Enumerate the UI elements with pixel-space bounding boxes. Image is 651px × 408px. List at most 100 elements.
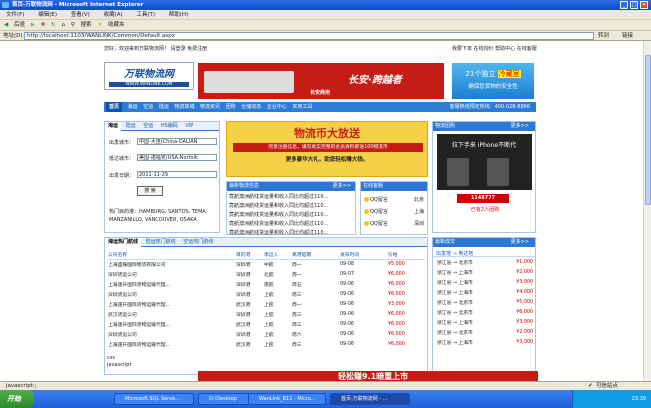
deal-price: ¥5,000	[516, 299, 533, 305]
address-input[interactable]: http://localhost:1103/WANLINK/Common/Def…	[24, 32, 594, 40]
nav-air[interactable]: 空运	[143, 102, 153, 112]
deal-route: 浙江省 → 上海市	[437, 290, 473, 296]
bottom-banner[interactable]: 轻松赚9.1暗重上市	[198, 371, 538, 381]
main-banner[interactable]: 长安·跨越者 长安商用	[198, 63, 444, 99]
nav-tools[interactable]: 实用工具	[292, 102, 312, 112]
nav-news[interactable]: 物流资讯	[200, 102, 220, 112]
stop-icon[interactable]: ✖	[41, 20, 46, 31]
back-button[interactable]: 后退	[14, 20, 25, 31]
deal-route: 浙江省 → 北京市	[437, 260, 473, 266]
deal-row[interactable]: 浙江省 → 上海市 ¥3,000	[436, 337, 534, 347]
nav-storage[interactable]: 仓储动态	[241, 102, 261, 112]
cell-company[interactable]: 上海速升国际货物运输代理...	[107, 339, 235, 349]
cell-carrier: 上航	[264, 322, 274, 328]
taskbar-item-ie[interactable]: 首页-万联物流网 - ...	[330, 393, 410, 405]
deal-row[interactable]: 浙江省 → 上海市 ¥4,000	[436, 287, 534, 297]
minimize-button[interactable]: _	[620, 1, 628, 9]
cell-company[interactable]: 深圳货运公司	[107, 289, 235, 299]
deal-price: ¥4,000	[516, 289, 533, 295]
promo-banner[interactable]: 物流币大放送 完善注册信息，填写真实完整的会员资料即送100物流币 更多豪华大礼…	[226, 121, 428, 177]
tab-land-routes[interactable]: 陆运热门航线	[143, 238, 179, 247]
forward-icon[interactable]: ▶	[31, 20, 35, 31]
cell-company[interactable]: 上海速升国际货物运输代理...	[107, 279, 235, 289]
deal-row[interactable]: 浙江省 → 上海市 ¥2,000	[436, 267, 534, 277]
deal-row[interactable]: 浙江省 → 北京市 ¥5,000	[436, 297, 534, 307]
back-icon[interactable]: ◀	[4, 20, 8, 31]
close-button[interactable]: ×	[640, 1, 648, 9]
info-more-link[interactable]: 更多>>	[333, 182, 351, 191]
tab-land[interactable]: 陆运	[123, 122, 139, 131]
refresh-icon[interactable]: ↻	[51, 20, 56, 31]
links-button[interactable]: 链接	[622, 31, 633, 41]
info-item[interactable]: 竟航澳洲航线货运量和收入同比均超过110...	[229, 193, 353, 202]
deal-row[interactable]: 浙江省 → 上海市 ¥3,000	[436, 317, 534, 327]
info-item[interactable]: 竟航澳洲航线货运量和收入同比均超过110...	[229, 220, 353, 229]
scrollbar-thumb[interactable]	[645, 55, 651, 205]
info-item[interactable]: 竟航澳洲航线货运量和收入同比均超过110...	[229, 211, 353, 220]
cell-schedule: 周六	[292, 332, 302, 338]
nav-mall[interactable]: 物流商城	[174, 102, 194, 112]
iphone-ad[interactable]: 拉下手来 iPhone不断代	[437, 134, 532, 190]
side-banner[interactable]: 21个独立 冷藏室 确保您货物的安全性	[452, 63, 534, 99]
tab-air[interactable]: 空运	[140, 122, 156, 131]
from-city-input[interactable]: 中国-大连(China-DALIAN	[137, 138, 217, 145]
table-row[interactable]: 上海盛振国际物流有限公司 深圳港 中航 周一 09-08 ¥5,000	[107, 259, 425, 269]
tab-hs[interactable]: HS编码	[158, 122, 181, 131]
info-item[interactable]: 竟航澳洲航线货运量和收入同比均超过110...	[229, 202, 353, 211]
promo-title: 物流币大放送	[294, 127, 360, 140]
top-links[interactable]: 我要下单 在线询价 帮助中心 在线客服	[452, 45, 537, 52]
maximize-button[interactable]: □	[630, 1, 638, 9]
deal-row[interactable]: 浙江省 → 北京市 ¥1,000	[436, 257, 534, 267]
nav-company[interactable]: 企业中心	[267, 102, 287, 112]
date-input[interactable]: 2011-11-29	[137, 171, 217, 178]
taskbar-item-vs[interactable]: WanLink_B11 - Micro...	[248, 393, 326, 405]
start-button[interactable]: 开始	[0, 390, 34, 408]
menu-edit[interactable]: 编辑(E)	[38, 10, 57, 20]
cell-company[interactable]: 上海速升国际货物运输代理...	[107, 319, 235, 329]
menu-tools[interactable]: 工具(T)	[136, 10, 155, 20]
promo-line2: 更多豪华大礼，助您轻松赚大钱。	[285, 157, 369, 163]
table-row[interactable]: 上海速升国际货物运输代理... 深圳港 南航 周五 09-06 ¥6,000	[107, 279, 425, 289]
nav-land[interactable]: 陆运	[159, 102, 169, 112]
table-row[interactable]: 深圳货运公司 深圳港 上航 周三 09-06 ¥6,000	[107, 289, 425, 299]
table-row[interactable]: 上海速升国际货物运输代理... 武汉港 上航 周三 09-06 ¥6,000	[107, 339, 425, 349]
tab-sea[interactable]: 海运	[105, 122, 122, 131]
table-row[interactable]: 深圳货运公司 深圳港 北航 周一 09-07 ¥6,000	[107, 269, 425, 279]
cell-company[interactable]: 深圳货运公司	[107, 329, 235, 339]
favorites-button[interactable]: 收藏夹	[108, 20, 125, 31]
menu-favorites[interactable]: 收藏(A)	[104, 10, 123, 20]
cell-company[interactable]: 深圳货运公司	[107, 269, 235, 279]
search-button[interactable]: 搜索	[80, 20, 91, 31]
favorites-icon[interactable]: ★	[97, 20, 102, 31]
go-button[interactable]: 转到	[598, 31, 609, 41]
tuangou-more-link[interactable]: 更多>>	[511, 122, 529, 131]
nav-home[interactable]: 首页	[106, 102, 123, 112]
deal-row[interactable]: 浙江省 → 北京市 ¥2,000	[436, 327, 534, 337]
tab-air-routes[interactable]: 空运热门航线	[180, 238, 216, 247]
cell-company[interactable]: 上海盛振国际物流有限公司	[107, 259, 235, 269]
home-icon[interactable]: ⌂	[61, 20, 65, 31]
cell-company[interactable]: 上海速升国际货物运输代理...	[107, 299, 235, 309]
table-row[interactable]: 上海速升国际货物运输代理... 武汉港 上航 周一 09-06 ¥3,000	[107, 299, 425, 309]
search-submit-button[interactable]: 搜 索	[137, 186, 163, 196]
tab-vip[interactable]: VIP	[182, 122, 196, 131]
search-icon[interactable]: ⚲	[71, 20, 75, 31]
taskbar-item-sql[interactable]: Microsoft SQL Serve...	[114, 393, 194, 405]
nav-group[interactable]: 团购	[226, 102, 236, 112]
table-row[interactable]: 深圳货运公司 深圳港 上航 周六 09-06 ¥6,000	[107, 329, 425, 339]
menu-help[interactable]: 帮助(H)	[169, 10, 188, 20]
menu-file[interactable]: 文件(F)	[6, 10, 24, 20]
deal-row[interactable]: 浙江省 → 北京市 ¥6,000	[436, 307, 534, 317]
to-city-input[interactable]: 美国-诺福克(USA-Norfolk	[137, 154, 217, 161]
tab-sea-routes[interactable]: 海运热门航线	[105, 238, 142, 247]
cell-company[interactable]: 武汉货运公司	[107, 309, 235, 319]
table-row[interactable]: 上海速升国际货物运输代理... 武汉港 上航 周三 09-06 ¥6,000	[107, 319, 425, 329]
deals-more-link[interactable]: 更多>>	[511, 238, 529, 247]
deal-row[interactable]: 浙江省 → 上海市 ¥3,000	[436, 277, 534, 287]
site-logo[interactable]: 万联物流网 WWW.WANLINK.COM	[104, 62, 194, 90]
hot-ports[interactable]: 热门目的港：HAMBURG, SANTOS, TEMA, MANZANILLO,…	[109, 208, 219, 224]
vertical-scrollbar[interactable]	[643, 41, 651, 381]
menu-view[interactable]: 查看(V)	[71, 10, 90, 20]
table-row[interactable]: 武汉货运公司 深圳港 上航 周三 09-06 ¥6,000	[107, 309, 425, 319]
nav-sea[interactable]: 海运	[128, 102, 138, 112]
